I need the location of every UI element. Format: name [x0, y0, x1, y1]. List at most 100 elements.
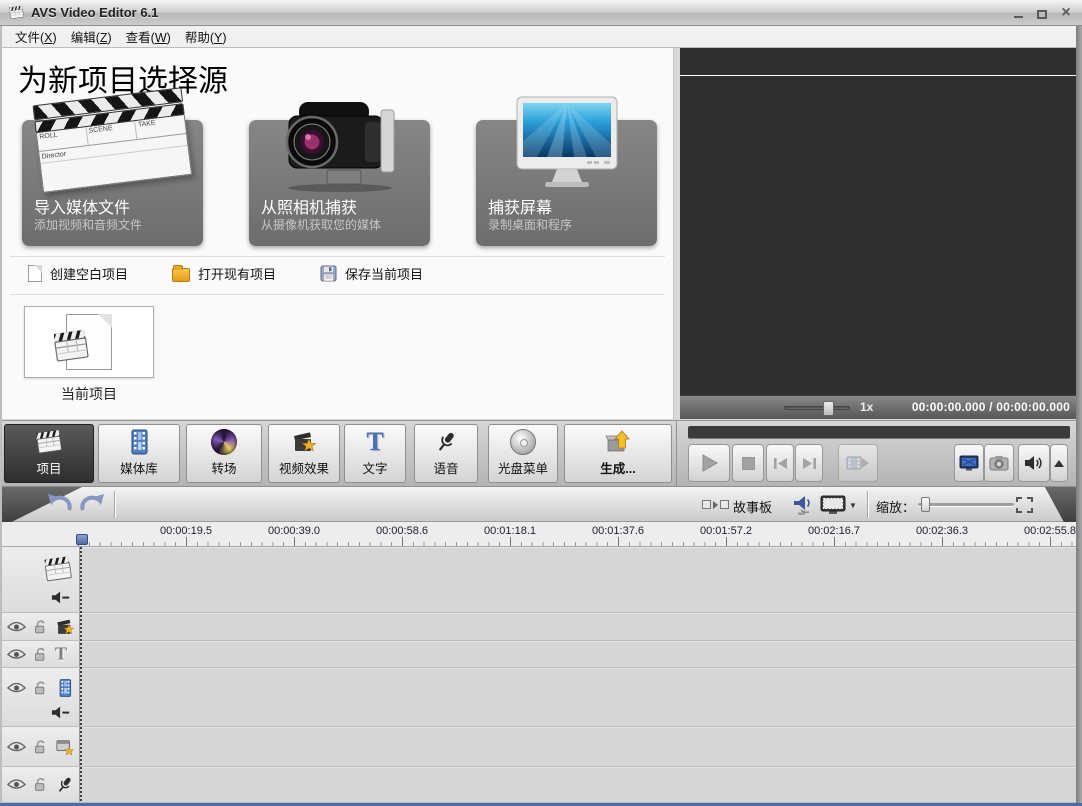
overlay-video-track-header [2, 668, 80, 726]
video-effects-track-row [2, 613, 1076, 641]
save-current-project-button[interactable]: 保存当前项目 [320, 264, 423, 283]
divider [114, 491, 115, 518]
window-right-border [1076, 26, 1082, 806]
text-track-lane [80, 641, 1076, 667]
unlocked-padlock-icon[interactable] [33, 777, 48, 793]
video-effects-track-header [2, 613, 80, 640]
tab-label: 光盘菜单 [498, 458, 548, 477]
muted-speaker-icon[interactable] [51, 591, 71, 604]
tab-media-library[interactable]: 媒体库 [98, 424, 180, 483]
minimize-icon [1014, 16, 1023, 18]
disc-menu-icon [510, 426, 536, 458]
playback-progress-strip[interactable] [688, 426, 1070, 439]
fullscreen-button[interactable] [954, 444, 984, 482]
current-project-thumbnail[interactable] [24, 306, 154, 378]
text-letter-icon: T [55, 644, 67, 665]
tab-video-effects[interactable]: 视频效果 [268, 424, 340, 483]
playhead-marker[interactable] [76, 534, 88, 545]
window-title: AVS Video Editor 6.1 [31, 5, 158, 20]
eye-icon[interactable] [7, 682, 26, 694]
voice-track-row [2, 767, 1076, 803]
project-actions: 创建空白项目 打开现有项目 保存当前项目 [28, 264, 423, 283]
menu-view[interactable]: 查看(W) [119, 25, 178, 48]
unlocked-padlock-icon[interactable] [33, 619, 48, 635]
filmstrip-icon [125, 426, 153, 458]
stop-icon [742, 457, 755, 470]
text-letter-icon: T [366, 426, 383, 458]
timeline-zoom-slider[interactable] [918, 503, 1014, 506]
title-bar: AVS Video Editor 6.1 × [0, 0, 1082, 26]
video-effects-star-icon [291, 426, 317, 458]
snapshot-button[interactable] [984, 444, 1014, 482]
unlocked-padlock-icon[interactable] [33, 739, 48, 755]
current-project-label: 当前项目 [24, 384, 154, 404]
minimize-button[interactable] [1010, 5, 1026, 21]
eye-icon[interactable] [7, 648, 26, 660]
ruler-tick-label: 00:00:58.6 [376, 525, 428, 537]
menu-help[interactable]: 帮助(Y) [178, 25, 234, 48]
clapperboard-icon [43, 555, 73, 583]
zoom-label: 缩放： [876, 497, 915, 516]
display-mode-dropdown[interactable]: ▼ [820, 495, 857, 515]
narration-button[interactable] [791, 493, 815, 517]
card-subtitle: 从摄像机获取您的媒体 [261, 216, 381, 233]
eye-icon[interactable] [7, 779, 26, 791]
capture-screen-card[interactable]: 捕获屏幕 录制桌面和程序 [476, 120, 657, 246]
eye-icon[interactable] [7, 741, 26, 753]
window-left-border [0, 26, 2, 806]
unlocked-padlock-icon[interactable] [33, 646, 48, 662]
tab-voice[interactable]: 语音 [414, 424, 478, 483]
undo-button[interactable] [46, 494, 72, 514]
storyboard-toggle[interactable] [702, 500, 729, 509]
timecode-display: 00:00:00.000 / 00:00:00.000 [912, 400, 1070, 414]
volume-button[interactable] [1018, 444, 1050, 482]
zoom-slider-thumb[interactable] [921, 497, 930, 512]
fullscreen-monitor-icon [959, 455, 979, 472]
tab-label: 转场 [211, 458, 236, 477]
tab-disc-menu[interactable]: 光盘菜单 [488, 424, 558, 483]
next-frame-button[interactable] [795, 444, 823, 482]
import-media-card[interactable]: ROLL SCENE TAKE Director 导入媒体文件 添加视频和音频文… [22, 120, 203, 246]
timeline-ruler[interactable]: 00:00:19.5 00:00:39.0 00:00:58.6 00:01:1… [2, 522, 1076, 547]
expand-panel-button[interactable] [1050, 444, 1068, 482]
previous-frame-button[interactable] [766, 444, 794, 482]
main-area: 为新项目选择源 ROLL SCENE TAKE Director [2, 48, 1076, 420]
tab-transitions[interactable]: 转场 [186, 424, 262, 483]
divider [676, 421, 677, 488]
muted-speaker-icon[interactable] [51, 706, 71, 719]
video-effects-star-icon [55, 617, 75, 637]
speed-slider-thumb[interactable] [823, 401, 834, 416]
play-button[interactable] [688, 444, 730, 482]
app-window: AVS Video Editor 6.1 × 文件(X) 编辑(Z) 查看(W)… [0, 0, 1082, 806]
storyboard-label[interactable]: 故事板 [733, 497, 772, 516]
video-overlay-track-header [2, 727, 80, 766]
stop-button[interactable] [732, 444, 764, 482]
fit-to-screen-button[interactable] [1016, 497, 1033, 513]
eye-icon[interactable] [7, 621, 26, 633]
produce-icon [604, 426, 632, 458]
overlay-star-icon [55, 738, 75, 756]
monitor-icon [820, 495, 846, 515]
maximize-button[interactable] [1034, 5, 1050, 21]
tab-text[interactable]: T 文字 [344, 424, 406, 483]
text-track-row: T [2, 641, 1076, 668]
main-video-track-header [2, 547, 80, 612]
speed-slider[interactable] [784, 406, 850, 410]
menu-edit[interactable]: 编辑(Z) [64, 25, 119, 48]
open-existing-project-button[interactable]: 打开现有项目 [172, 264, 276, 283]
close-button[interactable]: × [1058, 5, 1074, 21]
tab-produce[interactable]: 生成... [564, 424, 672, 483]
redo-button[interactable] [80, 494, 106, 514]
ruler-tick-label: 00:02:55.8 [1024, 525, 1076, 537]
create-blank-project-button[interactable]: 创建空白项目 [28, 264, 128, 283]
tab-project[interactable]: 项目 [4, 424, 94, 483]
card-title: 捕获屏幕 [488, 194, 552, 218]
microphone-icon [434, 426, 458, 458]
unlocked-padlock-icon[interactable] [33, 680, 48, 696]
text-track-header: T [2, 641, 80, 667]
play-fragment-button[interactable] [838, 444, 878, 482]
capture-camera-card[interactable]: 从照相机捕获 从摄像机获取您的媒体 [249, 120, 430, 246]
microphone-icon [55, 775, 74, 794]
menu-file[interactable]: 文件(X) [8, 25, 64, 48]
storyboard-icon [702, 500, 711, 509]
